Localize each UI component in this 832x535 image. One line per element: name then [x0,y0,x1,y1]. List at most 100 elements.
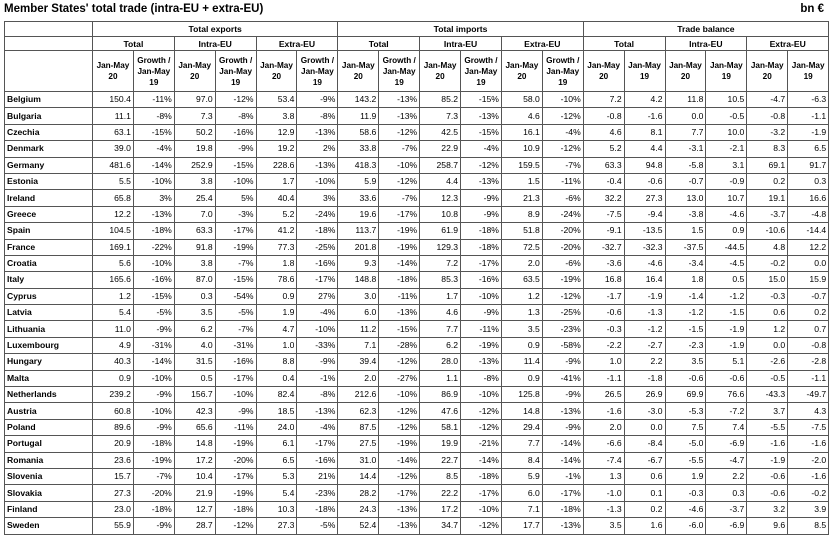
value-cell: 2.0 [337,369,380,388]
value-cell: 10.0 [705,123,748,142]
value-cell: -20% [132,484,175,502]
value-cell: 1.9 [664,467,707,486]
value-cell: 22.2 [419,484,462,502]
value-cell: 4.6 [419,304,462,322]
value-cell: -1.9 [705,336,748,355]
value-cell: 62.3 [337,402,380,420]
value-cell: 1.3 [582,467,625,486]
value-cell: 0.9 [500,336,543,355]
value-cell: -14% [541,451,584,469]
value-cell: -21% [460,435,502,453]
value-cell: -13% [378,304,421,322]
value-cell: 63.3 [582,156,625,174]
value-cell: -18% [132,500,175,519]
value-cell: -4.8 [787,205,830,224]
value-cell: -9% [214,402,257,420]
table-row: Portugal 20.9 -18% 14.8 -19% 6.1 -17% 27.5 -19% 1… [4,435,830,453]
column-header: Jan-May 20 [746,50,789,92]
value-cell: 0.9 [255,287,298,306]
value-cell: 0.2 [746,172,789,191]
value-cell: -17% [214,467,257,486]
value-cell: 5% [214,189,257,207]
value-cell: 29.4 [500,418,543,437]
value-cell: -17% [378,484,421,502]
table-row: Finland 23.0 -18% 12.7 -18% 10.3 -18% 24.3 -13% 1… [4,500,830,519]
subgroup-header: Total [92,36,175,51]
value-cell: 3.1 [705,156,748,174]
value-cell: 6.2 [173,320,216,338]
value-cell: -5.5 [664,451,707,469]
value-cell: -19% [378,238,421,256]
value-cell: -1.2 [705,287,748,306]
value-cell: -1.1 [582,369,625,388]
value-cell: 1.0 [582,353,625,371]
column-header: Jan-May 20 [664,50,707,92]
country-cell: Italy [4,271,93,289]
value-cell: -32.3 [623,238,666,256]
value-cell: 1.3 [500,304,543,322]
value-cell: 8.5 [419,467,462,486]
value-cell: 3.0 [337,287,380,306]
country-cell: Cyprus [4,287,93,306]
value-cell: 85.2 [419,90,462,109]
value-cell: 11.1 [92,107,134,125]
value-cell: -12% [541,107,584,125]
value-cell: -0.6 [746,484,789,502]
value-cell: -9% [132,320,175,338]
value-cell: -10% [460,287,502,306]
value-cell: -0.2 [746,254,789,273]
value-cell: 23.6 [92,451,134,469]
value-cell: 1.7 [419,287,462,306]
value-cell: -4% [132,140,175,158]
value-cell: -10% [460,386,502,404]
column-header: Jan-May 19 [623,50,666,92]
value-cell: 65.6 [173,418,216,437]
value-cell: 15.7 [92,467,134,486]
value-cell: 11.0 [92,320,134,338]
value-cell: -2.1 [705,140,748,158]
value-cell: 18.5 [255,402,298,420]
value-cell: 61.9 [419,222,462,240]
table-row: Slovakia 27.3 -20% 21.9 -19% 5.4 -23% 28.2 -17% 2… [4,484,830,502]
value-cell: -1.2 [623,320,666,338]
value-cell: -6.3 [787,90,830,109]
country-cell: Latvia [4,304,93,322]
value-cell: -23% [541,320,584,338]
value-cell: 16.6 [787,189,830,207]
value-cell: -17% [460,254,502,273]
value-cell: -54% [214,287,257,306]
value-cell: -12% [378,353,421,371]
value-cell: -2.8 [787,353,830,371]
value-cell: 113.7 [337,222,380,240]
value-cell: 3.5 [500,320,543,338]
value-cell: -1.6 [746,435,789,453]
value-cell: -12% [378,123,421,142]
value-cell: -9% [214,140,257,158]
value-cell: -12% [378,467,421,486]
value-cell: -37.5 [664,238,707,256]
country-cell: Lithuania [4,320,93,338]
value-cell: -13% [378,107,421,125]
value-cell: 5.1 [705,353,748,371]
value-cell: 41.2 [255,222,298,240]
value-cell: 63.1 [92,123,134,142]
value-cell: 4.0 [173,336,216,355]
value-cell: -1.5 [705,304,748,322]
value-cell: -12% [214,90,257,109]
value-cell: -7% [541,156,584,174]
value-cell: 1.5 [664,222,707,240]
value-cell: -9.4 [623,205,666,224]
value-cell: 27% [296,287,339,306]
value-cell: 2.0 [582,418,625,437]
value-cell: 33.6 [337,189,380,207]
value-cell: -25% [541,304,584,322]
value-cell: -8% [132,107,175,125]
value-cell: -11% [541,172,584,191]
value-cell: 16.8 [582,271,625,289]
value-cell: -1.9 [623,287,666,306]
value-cell: 6.5 [787,140,830,158]
value-cell: 72.5 [500,238,543,256]
value-cell: 156.7 [173,386,216,404]
column-header: Growth / Jan-May 19 [132,50,175,92]
value-cell: -13% [460,107,502,125]
